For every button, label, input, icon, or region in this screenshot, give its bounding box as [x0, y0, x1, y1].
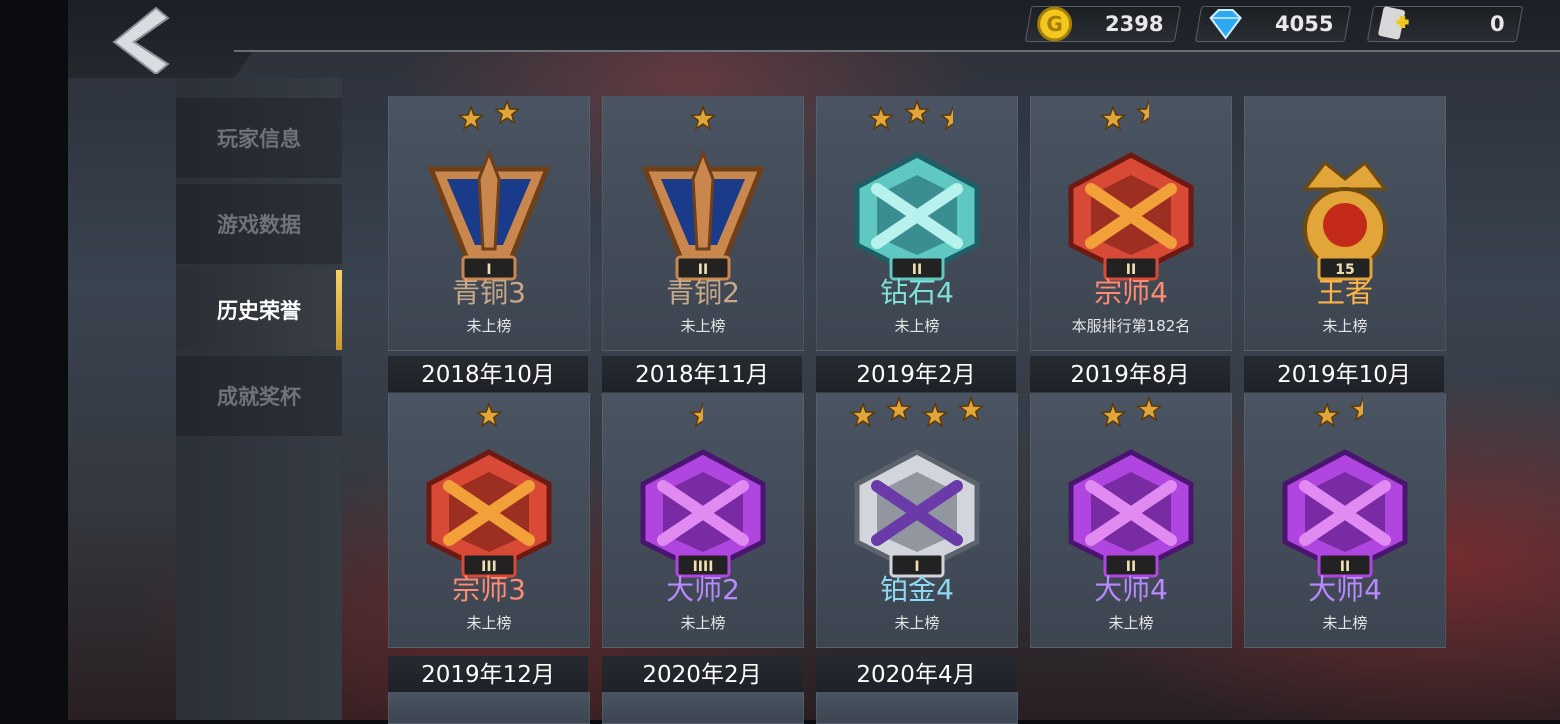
sidebar-item-achievement-trophies[interactable]: 成就奖杯 [176, 356, 342, 436]
top-divider [234, 50, 1560, 52]
bronze-rank-badge-icon: II [633, 148, 773, 287]
honor-card[interactable]: I 铂金4 未上榜 [816, 393, 1018, 648]
diamond-rank-badge-icon: II [847, 149, 987, 287]
star-icon [457, 104, 485, 131]
ranking-status: 未上榜 [1322, 614, 1368, 632]
rank-title: 青铜3 [452, 276, 526, 309]
ranking-status: 未上榜 [894, 317, 940, 335]
stars [817, 394, 1017, 434]
rank-title: 大师4 [1094, 573, 1168, 606]
honor-card[interactable]: II 大师4 未上榜 [1244, 393, 1446, 648]
rank-title: 宗师3 [452, 573, 526, 606]
season-date: 2019年2月 [816, 356, 1016, 392]
star-icon [1138, 101, 1161, 123]
star-icon [1099, 104, 1127, 131]
rank-title: 大师2 [666, 573, 740, 606]
stars [817, 97, 1017, 137]
honor-card[interactable]: II 宗师4 本服排行第182名 [1030, 96, 1232, 351]
honor-card[interactable]: I 青铜3 未上榜 [388, 96, 590, 351]
ranking-status: 未上榜 [680, 317, 726, 335]
honor-card[interactable] [816, 692, 1018, 724]
star-icon [885, 395, 913, 422]
rank-title: 铂金4 [880, 573, 954, 606]
ranking-status: 未上榜 [466, 614, 512, 632]
king-rank-badge-icon: 15 [1275, 149, 1415, 287]
diamond-icon [1205, 4, 1247, 48]
stars [1245, 394, 1445, 434]
rank-title: 王者 [1316, 276, 1373, 309]
master-rank-badge-icon: II [1061, 446, 1201, 584]
ranking-status: 未上榜 [1322, 317, 1368, 335]
star-icon [475, 401, 503, 428]
svg-text:G: G [1046, 12, 1062, 36]
ticket-counter[interactable]: 0 [1366, 6, 1524, 42]
ranking-status: 未上榜 [466, 317, 512, 335]
honor-card[interactable]: 15 王者 未上榜 [1244, 96, 1446, 351]
sidebar-item-game-data[interactable]: 游戏数据 [176, 184, 342, 264]
stars [1031, 97, 1231, 137]
stars [389, 97, 589, 137]
chevron-left-icon [112, 6, 170, 76]
ranking-status: 未上榜 [1108, 614, 1154, 632]
honor-card[interactable] [602, 692, 804, 724]
star-icon [903, 98, 931, 125]
star-icon [1135, 395, 1163, 422]
season-date: 2019年8月 [1030, 356, 1230, 392]
star-icon [867, 104, 895, 131]
season-date: 2020年2月 [602, 656, 802, 692]
grandmaster-rank-badge-icon: II [1061, 149, 1201, 287]
honor-card[interactable] [388, 692, 590, 724]
honor-card[interactable]: IIII 大师2 未上榜 [602, 393, 804, 648]
sidebar-item-history-honors[interactable]: 历史荣誉 [176, 270, 342, 350]
rank-title: 钻石4 [880, 276, 954, 309]
sidebar: 玩家信息 游戏数据 历史荣誉 成就奖杯 [176, 78, 342, 720]
star-icon [957, 395, 985, 422]
star-icon [692, 404, 715, 426]
coin-amount: 2398 [1104, 12, 1163, 36]
season-date: 2020年4月 [816, 656, 1016, 692]
master-rank-badge-icon: II [1275, 446, 1415, 584]
ticket-plus-icon [1377, 4, 1417, 48]
coin-counter[interactable]: G 2398 [1024, 6, 1182, 42]
rank-title: 大师4 [1308, 573, 1382, 606]
star-icon [493, 98, 521, 125]
stars [1245, 97, 1445, 137]
ranking-status: 未上榜 [894, 614, 940, 632]
season-date: 2019年12月 [388, 656, 588, 692]
diamond-amount: 4055 [1274, 12, 1333, 36]
honor-card[interactable]: II 大师4 未上榜 [1030, 393, 1232, 648]
sidebar-item-player-info[interactable]: 玩家信息 [176, 98, 342, 178]
rank-title: 青铜2 [666, 276, 740, 309]
star-icon [1352, 398, 1375, 420]
star-icon [942, 107, 965, 129]
season-date: 2019年10月 [1244, 356, 1444, 392]
stars [389, 394, 589, 434]
master-rank-badge-icon: IIII [633, 446, 773, 584]
star-icon [1099, 401, 1127, 428]
star-icon [689, 104, 717, 131]
ranking-status: 未上榜 [680, 614, 726, 632]
diamond-counter[interactable]: 4055 [1194, 6, 1352, 42]
rank-title: 宗师4 [1094, 276, 1168, 309]
season-date: 2018年11月 [602, 356, 802, 392]
gold-coin-icon: G [1035, 4, 1075, 48]
stars [603, 97, 803, 137]
ranking-status: 本服排行第182名 [1071, 317, 1191, 335]
platinum-rank-badge-icon: I [847, 446, 987, 584]
honor-card[interactable]: III 宗师3 未上榜 [388, 393, 590, 648]
back-button[interactable] [108, 6, 178, 76]
bronze-rank-badge-icon: I [419, 148, 559, 287]
star-icon [1313, 401, 1341, 428]
grandmaster-rank-badge-icon: III [419, 446, 559, 584]
stars [1031, 394, 1231, 434]
star-icon [849, 401, 877, 428]
ticket-amount: 0 [1490, 12, 1505, 36]
star-icon [921, 401, 949, 428]
stars [603, 394, 803, 434]
honor-card[interactable]: II 青铜2 未上榜 [602, 96, 804, 351]
season-date: 2018年10月 [388, 356, 588, 392]
honor-card[interactable]: II 钻石4 未上榜 [816, 96, 1018, 351]
